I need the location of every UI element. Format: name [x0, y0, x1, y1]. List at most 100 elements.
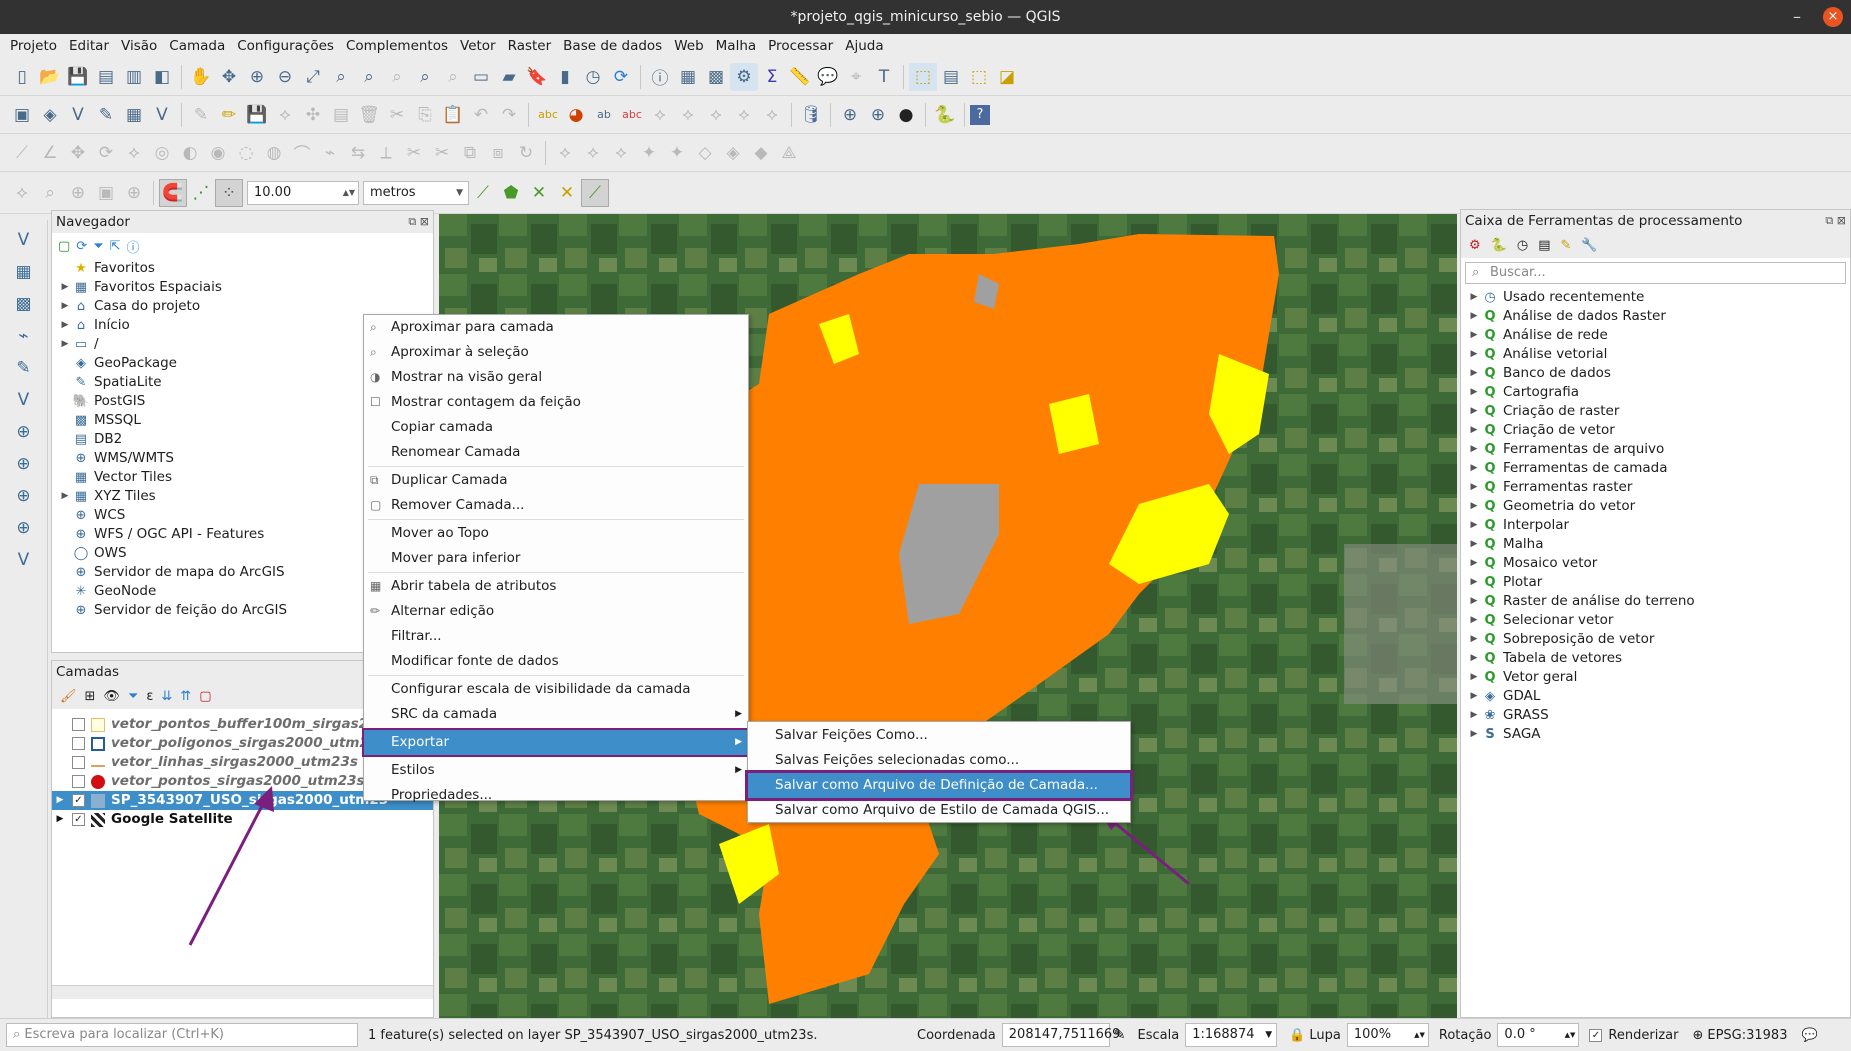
menu-web[interactable]: Web [668, 38, 709, 54]
menu-processar[interactable]: Processar [762, 38, 839, 54]
delete-part-icon[interactable]: ◍ [260, 139, 288, 167]
merge-attributes-icon[interactable]: ⧈ [484, 139, 512, 167]
move-label-icon[interactable]: ⟡ [674, 101, 702, 129]
spin-arrows-icon[interactable]: ▲▼ [1414, 1024, 1425, 1046]
menu-base-de-dados[interactable]: Base de dados [557, 38, 668, 54]
processing-group[interactable]: ▶ Q Vetor geral [1467, 668, 1850, 687]
new-map-view-icon[interactable]: ▭ [467, 63, 495, 91]
menu-vetor[interactable]: Vetor [454, 38, 502, 54]
chevron-right-icon[interactable]: ▶ [1467, 668, 1481, 687]
rotate-feature-icon[interactable]: ⟳ [92, 139, 120, 167]
processing-group[interactable]: ▶ Q Análise vetorial [1467, 345, 1850, 364]
panel-controls-icon[interactable]: ⧉ ⊠ [408, 211, 429, 233]
label-move-icon[interactable]: ⟡ [607, 139, 635, 167]
submenu-item[interactable]: Salvar como Arquivo de Definição de Cama… [745, 770, 1133, 801]
chevron-right-icon[interactable]: ▶ [1467, 497, 1481, 516]
reverse-line-icon[interactable]: ⇆ [344, 139, 372, 167]
snap-all-layers-icon[interactable]: ⊕ [64, 179, 92, 207]
processing-group[interactable]: ▶ Q Ferramentas de camada [1467, 459, 1850, 478]
rotate-label-icon[interactable]: ⟡ [702, 101, 730, 129]
chevron-right-icon[interactable]: ▶ [1467, 554, 1481, 573]
collapse-all-layers-icon[interactable]: ⇈ [180, 689, 191, 704]
render-checkbox[interactable]: ✓ [1589, 1028, 1603, 1042]
plugin-icon[interactable]: ● [892, 101, 920, 129]
metasearch-web-icon[interactable]: ⊕ [864, 101, 892, 129]
add-delimited-text-icon[interactable]: ⌁ [8, 322, 40, 350]
chevron-right-icon[interactable]: ▶ [1467, 345, 1481, 364]
context-menu-item[interactable]: ⌕ Aproximar à seleção [364, 340, 748, 365]
redo-icon[interactable]: ↷ [495, 101, 523, 129]
layer-visibility-checkbox[interactable] [72, 737, 85, 750]
vertex-move-icon[interactable]: ✦ [663, 139, 691, 167]
digitize-icon[interactable]: ⟡ [271, 101, 299, 129]
style-manager-icon[interactable]: ◧ [148, 63, 176, 91]
toggle-editing-icon[interactable]: ✏ [215, 101, 243, 129]
processing-group[interactable]: ▶ Q Análise de rede [1467, 326, 1850, 345]
data-source-manager-icon[interactable]: ▣ [8, 101, 36, 129]
add-spatialite-icon[interactable]: ✎ [8, 354, 40, 382]
processing-group[interactable]: ▶ Q Mosaico vetor [1467, 554, 1850, 573]
chevron-right-icon[interactable]: ▶ [1467, 440, 1481, 459]
processing-group[interactable]: ▶ Q Selecionar vetor [1467, 611, 1850, 630]
submenu-item[interactable]: Salvar Feições Como... [748, 723, 1130, 748]
zoom-full-icon[interactable]: ⤢ [299, 63, 327, 91]
processing-group[interactable]: ▶ Q Sobreposição de vetor [1467, 630, 1850, 649]
chevron-right-icon[interactable]: ▶ [1467, 402, 1481, 421]
chevron-right-icon[interactable]: ▶ [1467, 288, 1481, 307]
layer-visibility-checkbox[interactable] [72, 775, 85, 788]
models-icon[interactable]: ⚙ [1469, 238, 1481, 253]
processing-group[interactable]: ▶ Q Malha [1467, 535, 1850, 554]
python-icon[interactable]: 🐍 [931, 101, 959, 129]
scale-select[interactable]: 1:168874 ▼ [1185, 1023, 1278, 1047]
add-vector-layer-icon[interactable]: V [8, 226, 40, 254]
chevron-right-icon[interactable]: ▶ [1467, 459, 1481, 478]
chevron-right-icon[interactable]: ▶ [1467, 535, 1481, 554]
snap-type-icon[interactable]: ⊕ [120, 179, 148, 207]
menu-camada[interactable]: Camada [163, 38, 231, 54]
help-icon[interactable]: ? [970, 104, 990, 125]
context-menu-item[interactable]: Copiar camada [364, 415, 748, 440]
snap-vertex-icon[interactable]: ⋰ [187, 179, 215, 207]
snap-active-layer-icon[interactable]: ⌕ [36, 179, 64, 207]
snapping-tolerance-input[interactable]: 10.00 ▲▼ [247, 180, 359, 205]
add-wcs-icon[interactable]: ⊕ [8, 450, 40, 478]
split-features-icon[interactable]: ✂ [400, 139, 428, 167]
edit-features-icon[interactable]: ✎ [1560, 238, 1571, 253]
spin-arrows-icon[interactable]: ▲▼ [1565, 1024, 1576, 1046]
submenu-item[interactable]: Salvas Feições selecionadas como... [748, 748, 1130, 773]
chevron-right-icon[interactable]: ▶ [1467, 383, 1481, 402]
self-snap-icon[interactable]: ✕ [553, 179, 581, 207]
chevron-right-icon[interactable]: ▶ [1467, 573, 1481, 592]
crs-button[interactable]: EPSG:31983 [1707, 1028, 1787, 1043]
add-ring-icon[interactable]: ◎ [148, 139, 176, 167]
rotate-symbol-icon[interactable]: ↻ [512, 139, 540, 167]
messages-icon[interactable]: 💬 [1801, 1028, 1817, 1043]
menu-projeto[interactable]: Projeto [4, 38, 63, 54]
context-menu-item[interactable]: Configurar escala de visibilidade da cam… [364, 677, 748, 702]
menu-editar[interactable]: Editar [63, 38, 115, 54]
minimize-button[interactable]: – [1793, 0, 1801, 34]
chevron-right-icon[interactable]: ▶ [58, 335, 72, 354]
select-vertex-icon[interactable]: ◆ [747, 139, 775, 167]
context-menu-item[interactable]: Renomear Camada [364, 440, 748, 465]
processing-group[interactable]: ▶ ◷ Usado recentemente [1467, 288, 1850, 307]
label-pin-icon[interactable]: ⟡ [551, 139, 579, 167]
trim-extend-icon[interactable]: ⟂ [372, 139, 400, 167]
chevron-right-icon[interactable]: ▶ [1467, 649, 1481, 668]
snapping-units-select[interactable]: metros ▼ [363, 180, 469, 205]
processing-group[interactable]: ▶ Q Ferramentas raster [1467, 478, 1850, 497]
magnifier-input[interactable]: 100% ▲▼ [1346, 1023, 1429, 1047]
rotation-input[interactable]: 0.0 ° ▲▼ [1497, 1023, 1580, 1047]
navigator-item[interactable]: ★ Favoritos [58, 259, 433, 278]
filter-legend-icon[interactable]: ⏷ [128, 689, 138, 704]
chevron-right-icon[interactable]: ▶ [1467, 592, 1481, 611]
context-menu-item[interactable]: ✏ Alternar edição [364, 599, 748, 624]
topological-editing-icon[interactable]: ⟋ [469, 179, 497, 207]
temporal-icon[interactable]: ◷ [579, 63, 607, 91]
chevron-right-icon[interactable]: ▶ [58, 487, 72, 506]
delete-ring-icon[interactable]: ◌ [232, 139, 260, 167]
new-temp-layer-icon[interactable]: ▦ [120, 101, 148, 129]
layout-manager-icon[interactable]: ▥ [120, 63, 148, 91]
statistics-icon[interactable]: Σ [758, 63, 786, 91]
add-virtual-layer-icon[interactable]: V [148, 101, 176, 129]
